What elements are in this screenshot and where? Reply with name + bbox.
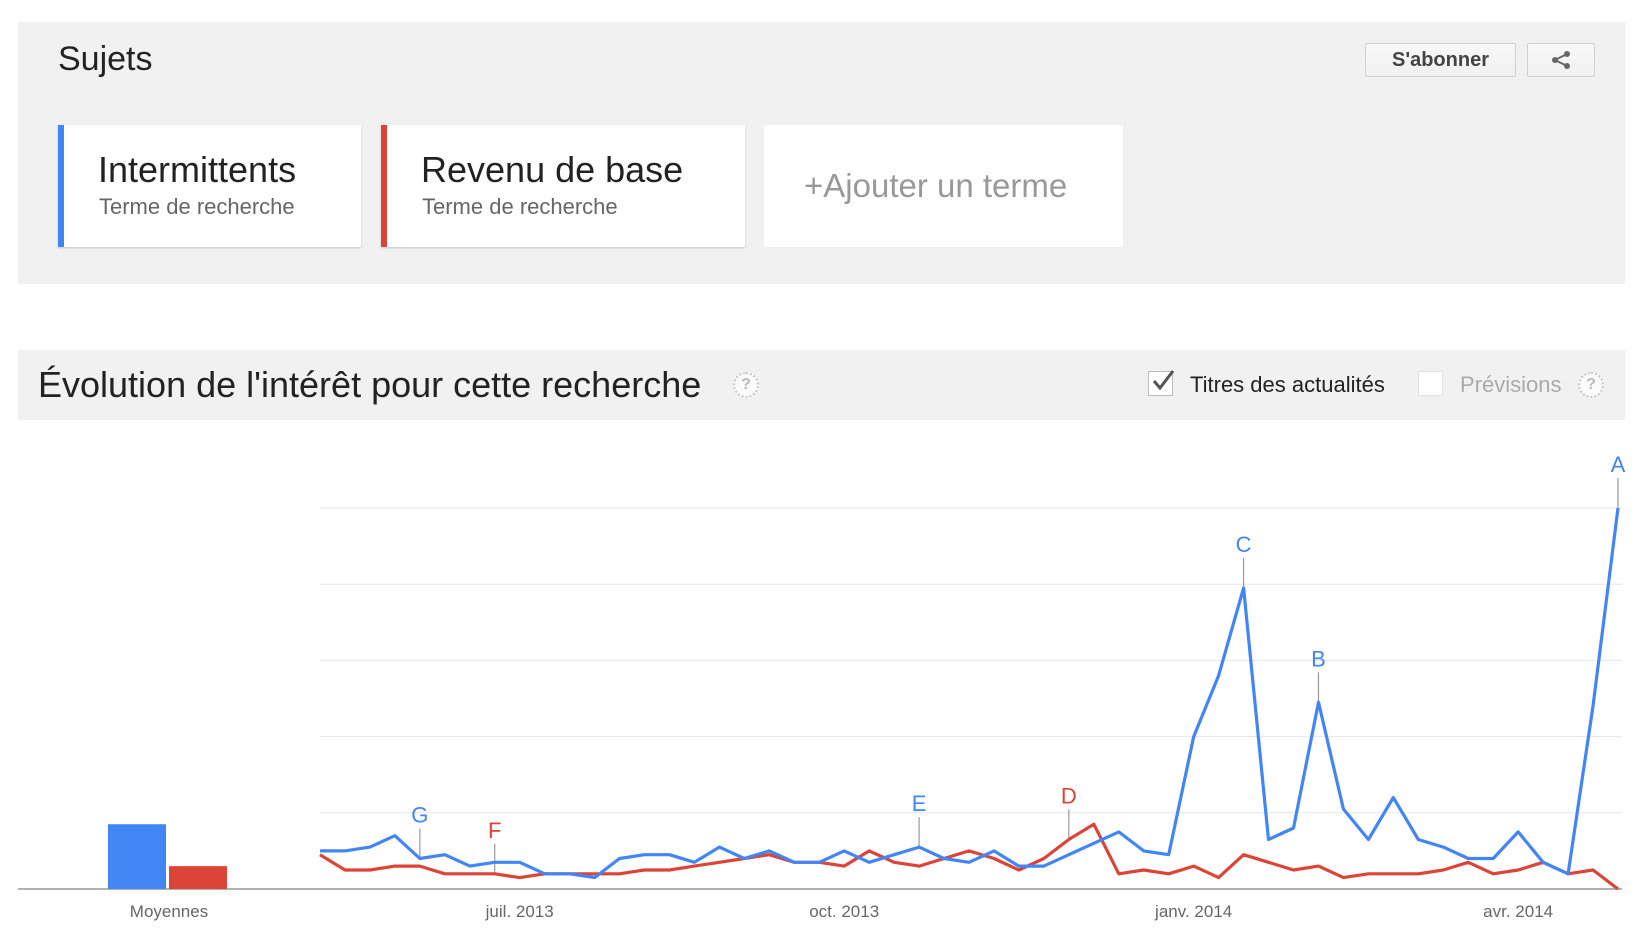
annotation-label: C [1236,532,1252,557]
annotation-label: A [1611,452,1626,477]
annotation-label: E [912,791,927,816]
averages-label: Moyennes [130,902,208,921]
x-tick-label: oct. 2013 [809,902,879,921]
annotation-label: F [488,818,501,843]
average-bar [169,866,227,889]
x-tick-label: janv. 2014 [1154,902,1232,921]
annotation-label: B [1311,646,1326,671]
series-line [320,507,1620,880]
x-tick-label: avr. 2014 [1483,902,1553,921]
series-line [319,822,1619,891]
annotation-label: D [1061,783,1077,808]
x-tick-label: juil. 2013 [485,902,554,921]
interest-chart: Moyennes juil. 2013 oct. 2013 janv. 2014 avr… [18,452,1626,921]
average-bar [108,824,166,889]
annotation-label: G [411,803,428,828]
